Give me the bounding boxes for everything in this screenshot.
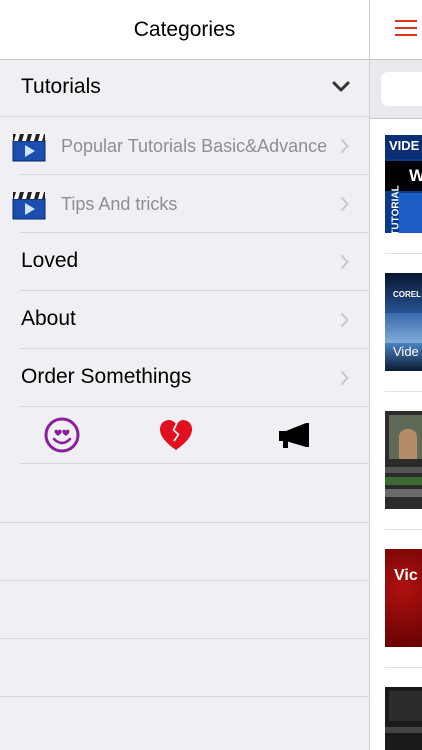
drawer-title: Categories xyxy=(133,18,236,41)
empty-row-divider xyxy=(0,638,369,639)
sub-item-label: Tips And tricks xyxy=(61,194,178,214)
video-thumbnail[interactable]: Vic xyxy=(385,549,422,647)
chevron-right-icon xyxy=(340,138,349,154)
chevron-down-icon xyxy=(332,81,350,92)
main-content-peek: VIDE W TUTORIAL COREL Vide Vic xyxy=(369,0,422,750)
search-input[interactable] xyxy=(381,72,422,106)
row-divider xyxy=(20,463,369,464)
chevron-right-icon xyxy=(340,370,349,386)
thumbnail-text: VIDE xyxy=(389,138,420,153)
chevron-right-icon xyxy=(340,254,349,270)
search-bar xyxy=(370,59,422,119)
menu-item-order-somethings[interactable]: Order Somethings xyxy=(0,349,369,407)
drawer-header: Categories xyxy=(0,0,369,60)
thumbnail-text: W xyxy=(409,166,422,186)
sub-item-label: Popular Tutorials Basic&Advance xyxy=(61,136,328,156)
list-separator xyxy=(385,667,422,668)
emoji-icon-row xyxy=(0,406,369,464)
list-separator xyxy=(385,253,422,254)
section-tutorials-label: Tutorials xyxy=(21,75,101,98)
empty-row-divider xyxy=(0,522,369,523)
menu-item-label: Order Somethings xyxy=(21,365,192,388)
menu-item-loved[interactable]: Loved xyxy=(0,233,369,291)
sub-item-tips-and-tricks[interactable]: Tips And tricks xyxy=(0,175,369,233)
list-separator xyxy=(385,529,422,530)
video-thumbnail[interactable] xyxy=(385,411,422,509)
menu-item-label: Loved xyxy=(21,249,79,272)
hamburger-menu-icon[interactable] xyxy=(395,17,419,39)
thumbnail-text: Vide xyxy=(393,344,419,359)
chevron-right-icon xyxy=(340,312,349,328)
sub-item-popular-tutorials[interactable]: Popular Tutorials Basic&Advance xyxy=(0,117,369,175)
categories-drawer: Categories Tutorials Popular Tutorials B… xyxy=(0,0,369,750)
video-thumbnail[interactable]: COREL Vide xyxy=(385,273,422,371)
megaphone-icon[interactable] xyxy=(274,416,312,454)
section-tutorials[interactable]: Tutorials xyxy=(0,59,369,117)
clapperboard-icon xyxy=(12,192,46,220)
clapperboard-icon xyxy=(12,134,46,162)
thumbnail-text: COREL xyxy=(393,290,421,299)
menu-item-about[interactable]: About xyxy=(0,291,369,349)
chevron-right-icon xyxy=(340,196,349,212)
empty-row-divider xyxy=(0,580,369,581)
thumbnail-text: Vic xyxy=(394,567,418,584)
video-thumbnail[interactable]: VIDE W TUTORIAL xyxy=(385,135,422,233)
heart-eyes-face-icon[interactable] xyxy=(43,416,81,454)
list-separator xyxy=(385,391,422,392)
empty-row-divider xyxy=(0,696,369,697)
menu-item-label: About xyxy=(21,307,76,330)
video-thumbnail[interactable] xyxy=(385,687,422,750)
broken-heart-icon[interactable] xyxy=(157,416,195,454)
